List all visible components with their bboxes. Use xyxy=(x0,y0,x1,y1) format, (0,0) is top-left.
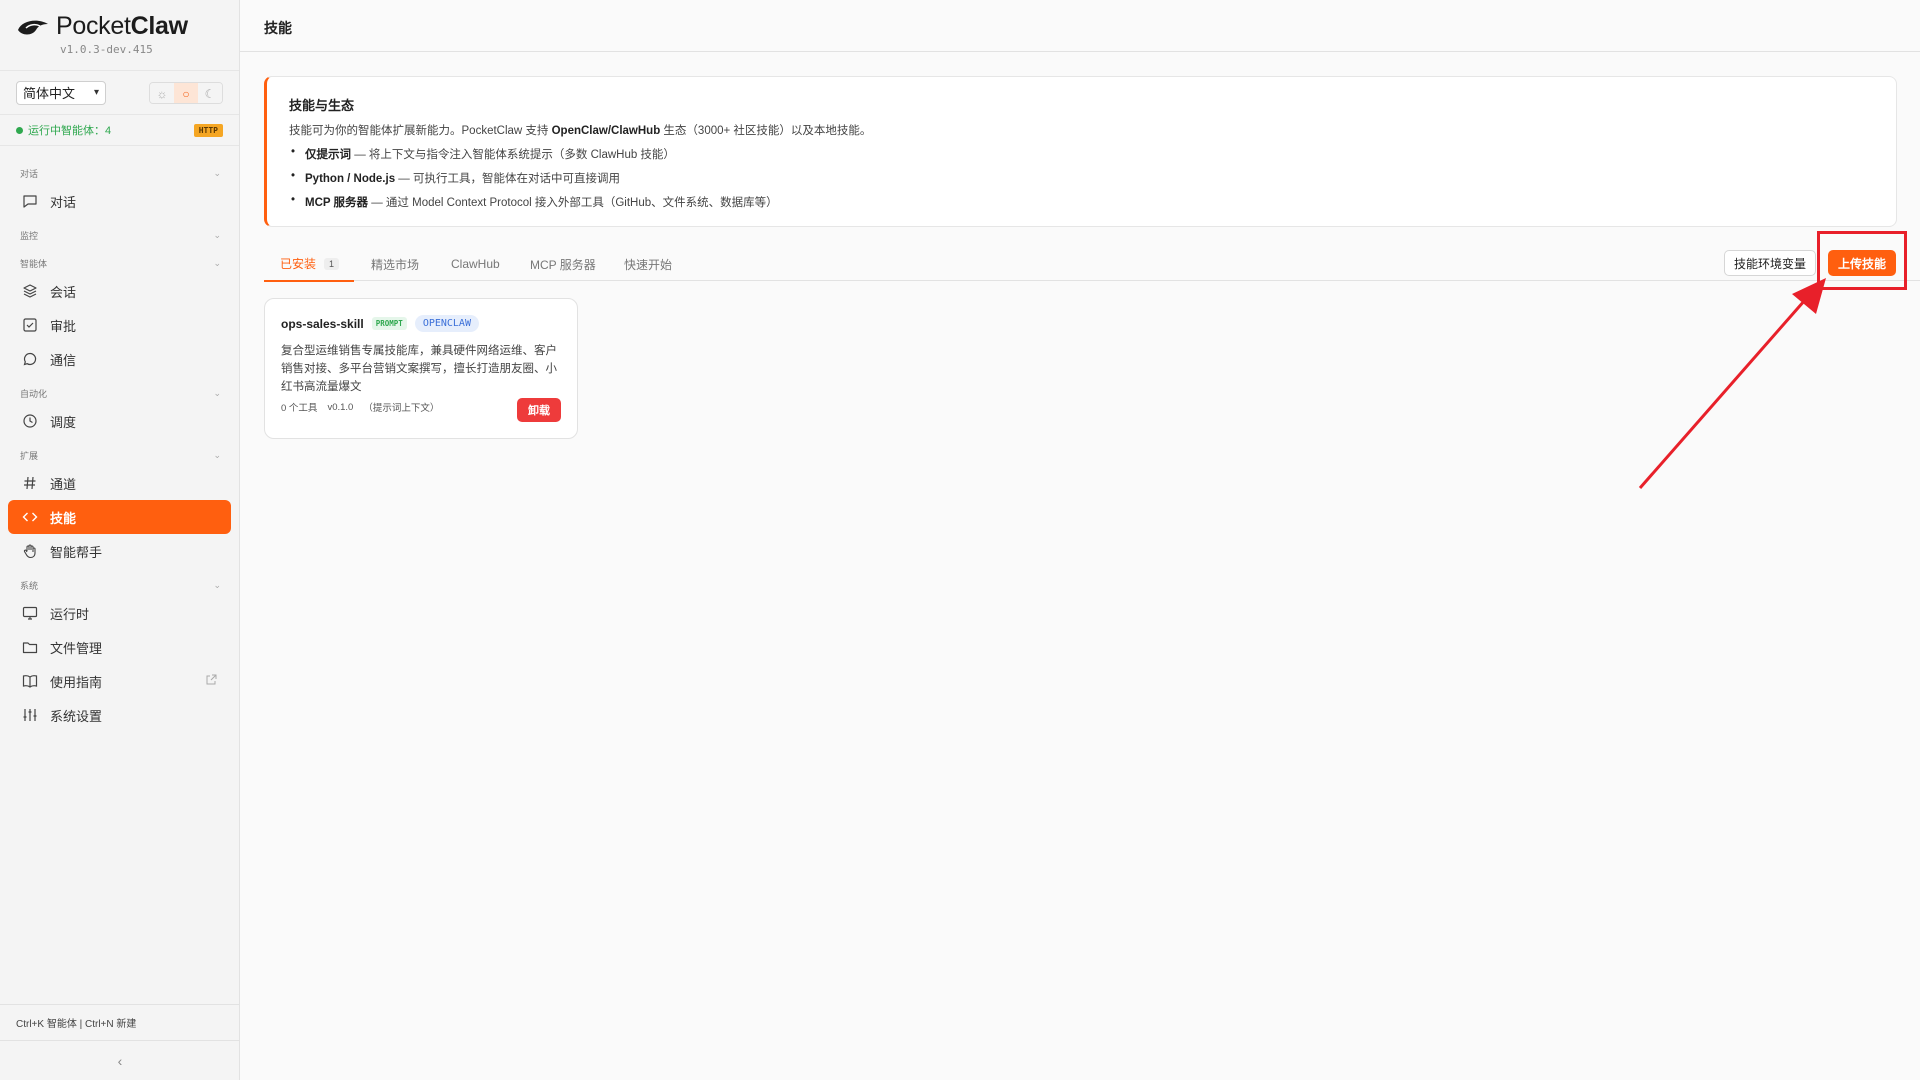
sidebar-item-channels[interactable]: 通道 xyxy=(8,466,231,500)
skill-tool-count: 0 个工具 xyxy=(281,403,318,414)
sliders-icon xyxy=(23,709,37,721)
book-icon xyxy=(22,675,38,688)
list-item: 仅提示词 — 将上下文与指令注入智能体系统提示（多数 ClawHub 技能） xyxy=(289,146,1874,162)
external-link-icon xyxy=(206,674,217,685)
tab-mcp-servers[interactable]: MCP 服务器 xyxy=(530,247,596,281)
check-square-icon xyxy=(23,318,37,332)
nav-section-agents[interactable]: 智能体 ⌄ xyxy=(0,252,239,274)
nav-section-monitor[interactable]: 监控 ⌄ xyxy=(0,224,239,246)
sidebar: PocketClaw v1.0.3-dev.415 简体中文 ▾ ☼ ○ ☾ 运… xyxy=(0,0,240,1080)
theme-toggle: ☼ ○ ☾ xyxy=(149,81,223,104)
skills-info-card: 技能与生态 技能可为你的智能体扩展新能力。PocketClaw 支持 OpenC… xyxy=(264,76,1897,227)
skill-mode: （提示词上下文） xyxy=(363,403,440,414)
sidebar-item-chat[interactable]: 对话 xyxy=(8,184,231,218)
sidebar-item-files[interactable]: 文件管理 xyxy=(8,630,231,664)
skill-version: v0.1.0 xyxy=(327,401,354,413)
sidebar-item-schedule[interactable]: 调度 xyxy=(8,404,231,438)
brand-name: PocketClaw xyxy=(56,12,188,40)
app-version: v1.0.3-dev.415 xyxy=(60,43,153,56)
tab-installed[interactable]: 已安装 1 xyxy=(264,247,354,282)
status-dot-icon xyxy=(16,126,23,134)
nav-section-automation[interactable]: 自动化 ⌄ xyxy=(0,382,239,404)
hash-icon xyxy=(24,476,36,490)
shortcut-hint: Ctrl+K 智能体 | Ctrl+N 新建 xyxy=(0,1004,240,1040)
sidebar-controls: 简体中文 ▾ ☼ ○ ☾ xyxy=(0,70,239,114)
list-item: Python / Node.js — 可执行工具，智能体在对话中可直接调用 xyxy=(289,170,1874,186)
skill-type-badge: PROMPT xyxy=(371,317,407,330)
annotation-arrow-icon xyxy=(1638,278,1826,489)
info-description: 技能可为你的智能体扩展新能力。PocketClaw 支持 OpenClaw/Cl… xyxy=(289,125,872,137)
chat-icon xyxy=(23,195,37,208)
sidebar-item-sessions[interactable]: 会话 xyxy=(8,274,231,308)
chevron-down-icon: ▾ xyxy=(93,87,99,98)
monitor-icon xyxy=(22,606,38,620)
nav-section-extensions[interactable]: 扩展 ⌄ xyxy=(0,444,239,466)
sun-icon[interactable]: ☼ xyxy=(150,82,174,103)
installed-count: 1 xyxy=(324,257,340,270)
chevron-left-icon: ‹ xyxy=(117,1052,123,1069)
sidebar-item-comms[interactable]: 通信 xyxy=(8,342,231,376)
running-agents-text: 运行中智能体：4 xyxy=(28,125,112,137)
sidebar-item-approvals[interactable]: 审批 xyxy=(8,308,231,342)
skill-description: 复合型运维销售专属技能库，兼具硬件网络运维、客户销售对接、多平台营销文案撰写，擅… xyxy=(281,345,557,393)
nav-section-chat[interactable]: 对话 ⌄ xyxy=(0,162,239,184)
language-select[interactable]: 简体中文 ▾ xyxy=(16,80,106,105)
agent-status: 运行中智能体：4 HTTP xyxy=(0,114,239,146)
skill-type-list: 仅提示词 — 将上下文与指令注入智能体系统提示（多数 ClawHub 技能） P… xyxy=(289,146,1874,210)
brand: PocketClaw v1.0.3-dev.415 xyxy=(0,0,239,70)
page-title: 技能 xyxy=(264,20,292,36)
uninstall-button[interactable]: 卸载 xyxy=(517,398,561,422)
folder-icon xyxy=(22,642,38,654)
info-title: 技能与生态 xyxy=(289,98,355,113)
tab-featured[interactable]: 精选市场 xyxy=(371,247,419,281)
hand-icon xyxy=(23,544,36,559)
tab-quick-start[interactable]: 快速开始 xyxy=(624,247,672,281)
http-badge: HTTP xyxy=(193,123,223,137)
language-value: 简体中文 xyxy=(23,86,76,101)
tab-clawhub[interactable]: ClawHub xyxy=(451,247,500,281)
layers-icon xyxy=(23,284,37,298)
skill-source-badge: OPENCLAW xyxy=(414,315,479,332)
list-item: MCP 服务器 — 通过 Model Context Protocol 接入外部… xyxy=(289,194,1874,210)
sidebar-item-skills[interactable]: 技能 xyxy=(8,500,231,534)
code-icon xyxy=(22,512,38,522)
page-header: 技能 xyxy=(240,0,1920,52)
message-circle-icon xyxy=(23,352,37,366)
auto-icon[interactable]: ○ xyxy=(174,82,198,103)
clock-icon xyxy=(23,414,37,428)
sidebar-item-assistant[interactable]: 智能帮手 xyxy=(8,534,231,568)
skill-card[interactable]: ops-sales-skill PROMPT OPENCLAW 复合型运维销售专… xyxy=(264,298,578,439)
skill-name: ops-sales-skill xyxy=(281,316,364,331)
collapse-sidebar-button[interactable]: ‹ xyxy=(0,1040,240,1080)
moon-icon[interactable]: ☾ xyxy=(198,82,222,103)
sidebar-item-guide[interactable]: 使用指南 xyxy=(8,664,231,698)
sidebar-item-settings[interactable]: 系统设置 xyxy=(8,698,231,732)
claw-logo-icon xyxy=(18,20,48,34)
sidebar-item-runtime[interactable]: 运行时 xyxy=(8,596,231,630)
nav-section-system[interactable]: 系统 ⌄ xyxy=(0,574,239,596)
sidebar-nav: 对话 ⌄ 对话 监控 ⌄ 智能体 ⌄ 会话 审批 通信 自动化 ⌄ 调度 扩展 ⌄ 通道 xyxy=(0,146,239,732)
